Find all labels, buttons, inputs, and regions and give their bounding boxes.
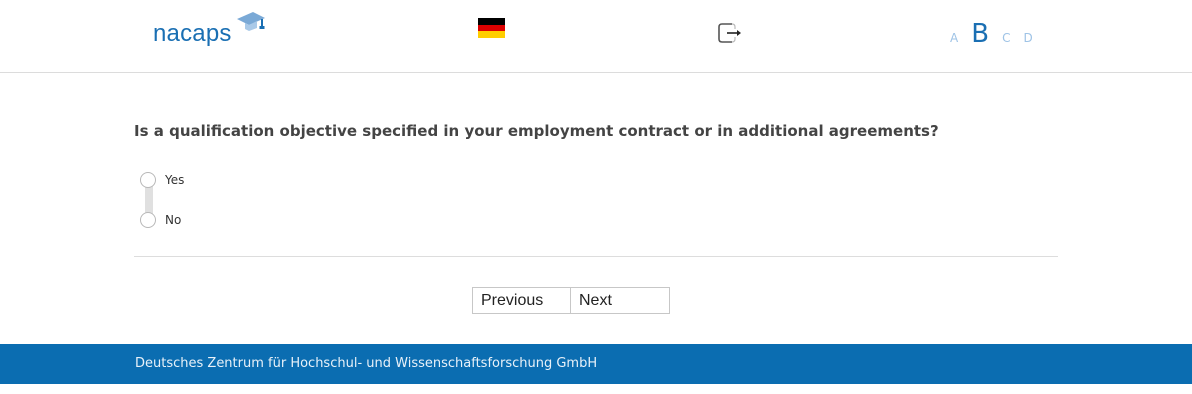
radio-yes[interactable] xyxy=(140,172,156,188)
graduation-cap-icon xyxy=(237,12,265,31)
option-yes[interactable]: Yes xyxy=(140,171,184,189)
font-size-selector: A B C D xyxy=(950,17,1046,47)
exit-icon xyxy=(718,23,741,43)
german-flag-icon[interactable] xyxy=(478,18,505,39)
option-no[interactable]: No xyxy=(140,211,181,229)
exit-button[interactable] xyxy=(718,22,742,44)
font-size-d[interactable]: D xyxy=(1023,32,1032,47)
next-button[interactable]: Next xyxy=(571,287,670,314)
option-yes-label: Yes xyxy=(165,173,185,187)
font-size-a[interactable]: A xyxy=(950,32,958,47)
question-text: Is a qualification objective specified i… xyxy=(134,122,939,140)
navigation-buttons: Previous Next xyxy=(472,287,670,314)
header: nacaps A B C D xyxy=(0,0,1192,73)
logo-text: nacaps xyxy=(153,20,232,47)
radio-no[interactable] xyxy=(140,212,156,228)
option-no-label: No xyxy=(165,213,182,227)
footer-text: Deutsches Zentrum für Hochschul- und Wis… xyxy=(135,356,598,371)
footer: Deutsches Zentrum für Hochschul- und Wis… xyxy=(0,344,1192,384)
divider xyxy=(134,256,1058,257)
previous-button[interactable]: Previous xyxy=(472,287,571,314)
font-size-c[interactable]: C xyxy=(1002,32,1010,47)
font-size-b[interactable]: B xyxy=(971,21,989,47)
